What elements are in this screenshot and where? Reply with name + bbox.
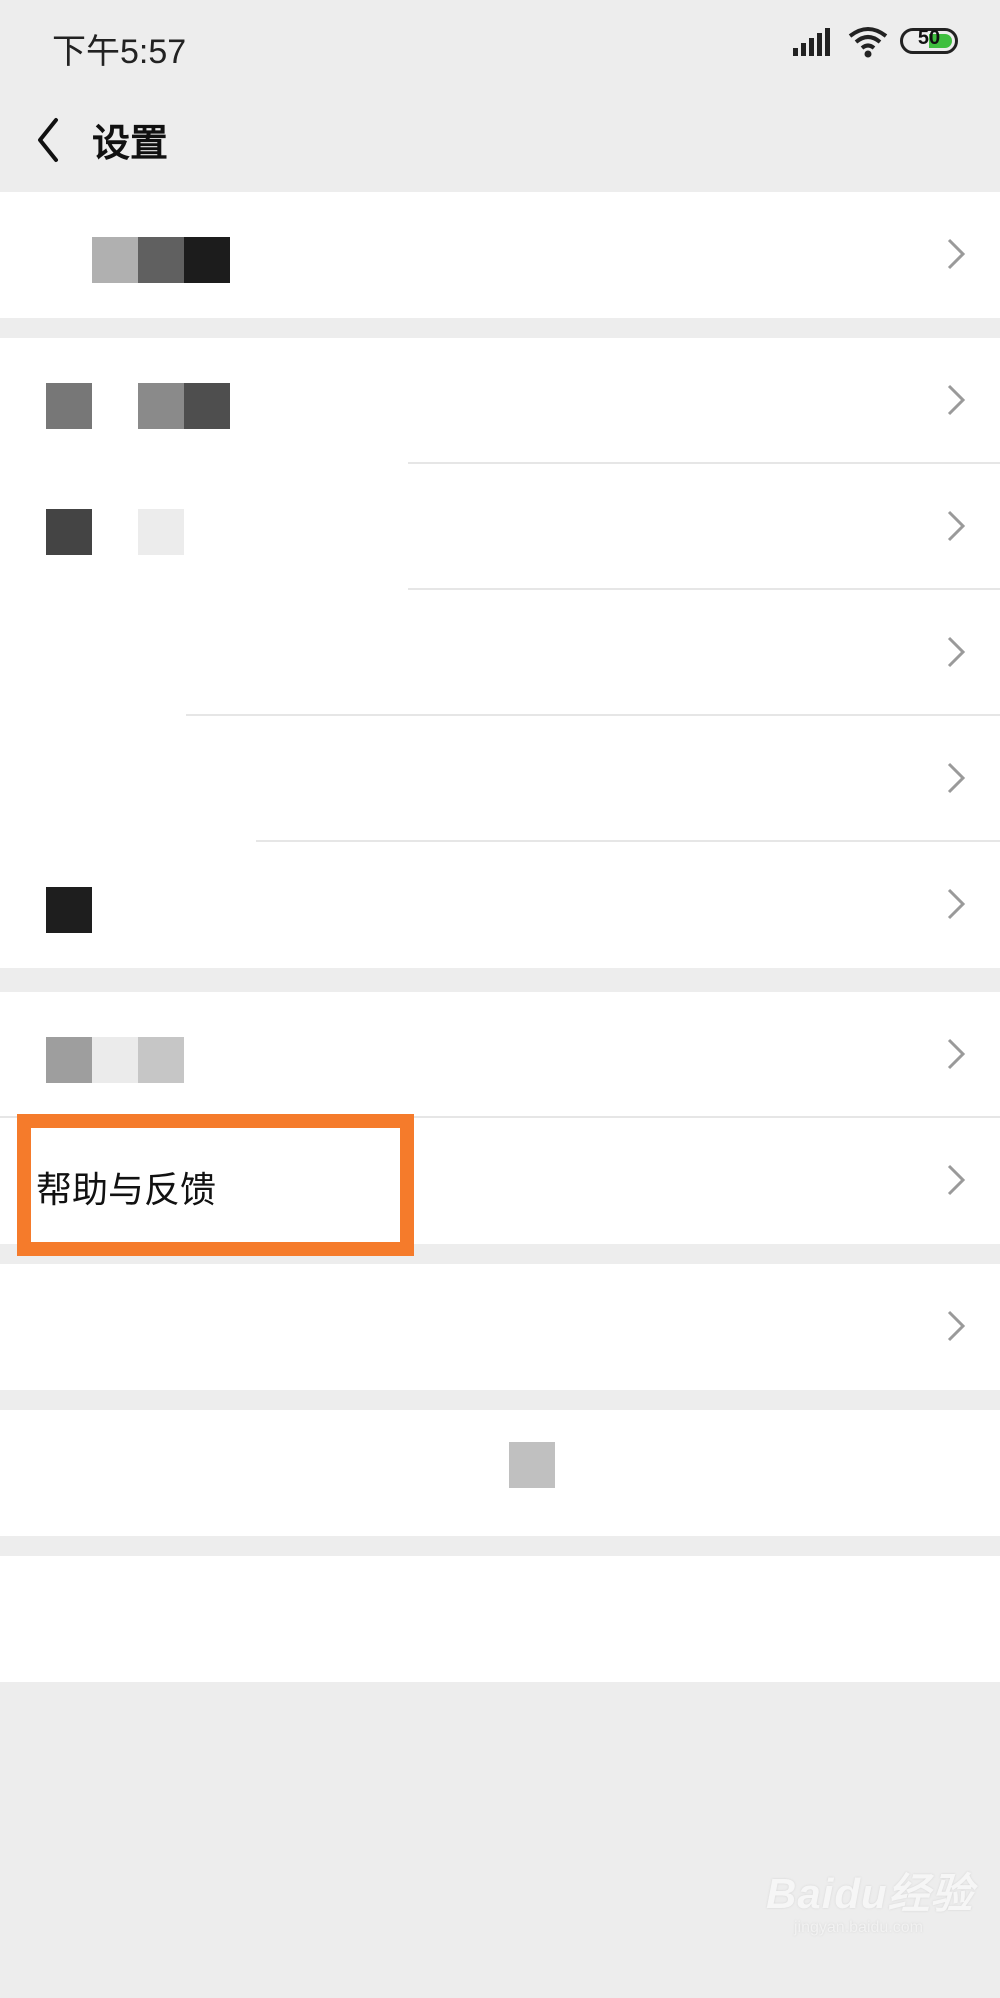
chevron-right-icon — [947, 238, 966, 270]
settings-row-logout[interactable] — [0, 1556, 1000, 1682]
settings-group-2 — [0, 338, 1000, 968]
chevron-right-icon — [947, 762, 966, 794]
status-bar: 下午5:57 50 — [0, 0, 1000, 90]
blurred-label — [509, 1442, 555, 1488]
chevron-right-icon — [947, 384, 966, 416]
help-feedback-label: 帮助与反馈 — [36, 1170, 217, 1211]
settings-row-2c[interactable] — [0, 590, 1000, 716]
settings-row-2e[interactable] — [0, 842, 1000, 968]
status-time: 下午5:57 — [52, 33, 187, 71]
settings-row-2d[interactable] — [0, 716, 1000, 842]
watermark-main: Baidu经验 — [766, 1870, 974, 1917]
settings-row-4a[interactable] — [0, 1264, 1000, 1390]
settings-row-2b[interactable] — [0, 464, 1000, 590]
chevron-right-icon — [947, 1310, 966, 1342]
chevron-right-icon — [947, 1164, 966, 1196]
settings-group-1 — [0, 192, 1000, 318]
battery-icon: 50 — [900, 27, 958, 54]
settings-group-4 — [0, 1264, 1000, 1390]
chevron-right-icon — [947, 636, 966, 668]
chevron-right-icon — [947, 510, 966, 542]
settings-row-2a[interactable] — [0, 338, 1000, 464]
settings-group-5 — [0, 1410, 1000, 1536]
wifi-icon — [848, 27, 888, 58]
settings-row-help-feedback[interactable]: 帮助与反馈 — [0, 1118, 1000, 1244]
chevron-right-icon — [947, 888, 966, 920]
watermark-sub: jingyan.baidu.com — [794, 1919, 923, 1936]
settings-row-account[interactable] — [0, 192, 1000, 318]
settings-group-3: 帮助与反馈 — [0, 992, 1000, 1244]
chevron-right-icon — [947, 1038, 966, 1070]
page-title: 设置 — [92, 121, 169, 165]
baidu-watermark: Baidu经验 jingyan.baidu.com — [766, 1860, 974, 1937]
cellular-signal-icon — [793, 28, 830, 56]
settings-row-3a[interactable] — [0, 992, 1000, 1118]
nav-bar: 设置 — [0, 90, 1000, 192]
settings-row-switch-account[interactable] — [0, 1410, 1000, 1536]
settings-group-6 — [0, 1556, 1000, 1682]
chevron-left-icon[interactable] — [30, 112, 70, 168]
battery-level-text: 50 — [917, 27, 941, 49]
